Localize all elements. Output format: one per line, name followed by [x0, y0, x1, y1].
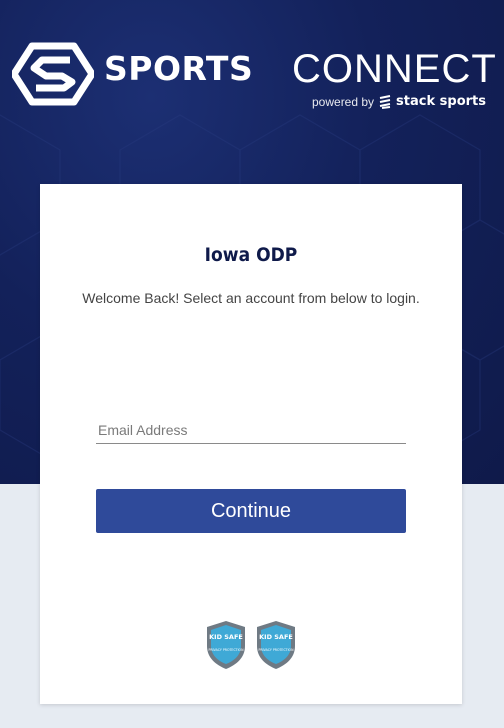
login-card: Iowa ODP Welcome Back! Select an account…: [40, 184, 462, 704]
badge-title: KID SAFE: [209, 633, 243, 641]
organization-title: Iowa ODP: [204, 244, 298, 266]
kid-safe-badge[interactable]: KID SAFE PRIVACY PROTECTION: [205, 620, 247, 670]
stack-sports-text: stack sports: [396, 94, 486, 109]
kid-safe-shield-icon: KID SAFE PRIVACY PROTECTION: [207, 621, 245, 669]
brand-logo: SPORTS CONNECT powered by stack sports: [12, 40, 496, 120]
powered-by: powered by stack sports: [312, 94, 486, 109]
continue-button[interactable]: Continue: [96, 489, 406, 533]
badge-subtitle: PRIVACY PROTECTION: [259, 648, 295, 652]
brand-name-bold: SPORTS: [104, 49, 254, 88]
welcome-message: Welcome Back! Select an account from bel…: [82, 290, 420, 306]
sports-connect-hex-logo-icon: [12, 42, 94, 106]
email-field[interactable]: [96, 416, 406, 444]
powered-by-text: powered by: [312, 94, 375, 109]
privacy-badges: KID SAFE PRIVACY PROTECTION KID SAFE PRI…: [40, 620, 462, 672]
kid-safe-shield-icon: KID SAFE PRIVACY PROTECTION: [257, 621, 295, 669]
kid-safe-badge[interactable]: KID SAFE PRIVACY PROTECTION: [255, 620, 297, 670]
badge-subtitle: PRIVACY PROTECTION: [209, 648, 245, 652]
badge-title: KID SAFE: [259, 633, 293, 641]
stack-sports-logo-icon: [379, 94, 391, 109]
brand-name-light: CONNECT: [292, 47, 497, 91]
